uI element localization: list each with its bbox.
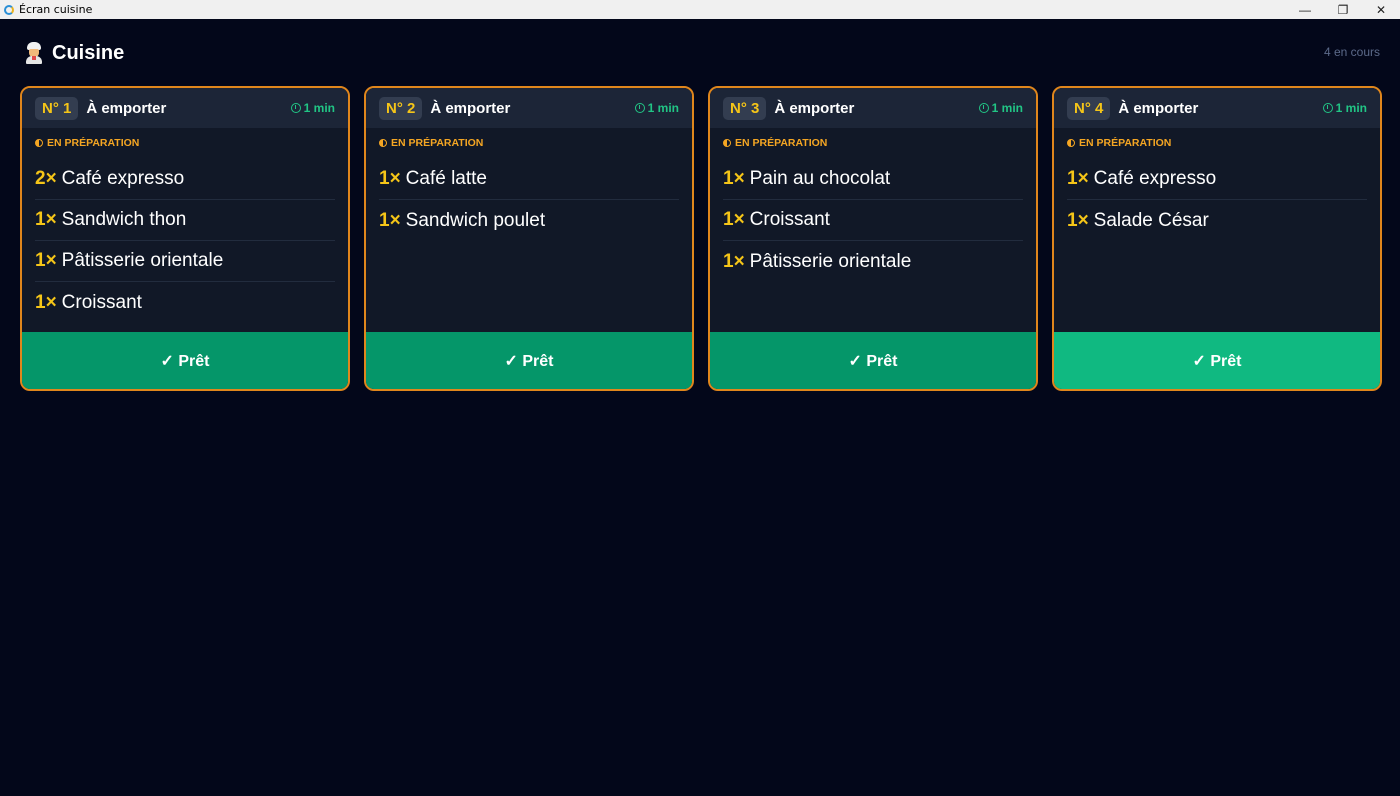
timer-icon xyxy=(634,103,645,113)
close-icon[interactable]: ✕ xyxy=(1362,0,1400,19)
order-status: EN PRÉPARATION xyxy=(379,137,679,149)
order-number-badge: N° 2 xyxy=(379,96,423,120)
elapsed-time: 1 min xyxy=(1335,101,1367,115)
order-card: N° 1 À emporter 1 min EN PRÉPARATION 2× C… xyxy=(20,86,350,391)
order-card-header: N° 1 À emporter 1 min xyxy=(22,88,348,128)
half-circle-icon xyxy=(379,139,387,147)
timer-icon xyxy=(290,103,301,113)
order-item: 1× Café expresso xyxy=(1067,159,1367,200)
order-number-badge: N° 3 xyxy=(723,96,767,120)
order-type: À emporter xyxy=(1118,99,1199,117)
item-quantity: 1× xyxy=(1067,168,1089,189)
status-label: EN PRÉPARATION xyxy=(735,137,828,149)
status-label: EN PRÉPARATION xyxy=(391,137,484,149)
order-count: 4 en cours xyxy=(1323,45,1380,59)
item-quantity: 1× xyxy=(379,168,401,189)
item-name: Croissant xyxy=(749,209,830,230)
order-item: 1× Café latte xyxy=(379,159,679,200)
item-name: Café expresso xyxy=(1093,168,1217,189)
item-name: Pâtisserie orientale xyxy=(749,250,912,272)
order-card-header: N° 4 À emporter 1 min xyxy=(1054,88,1380,128)
timer-icon xyxy=(1322,103,1333,113)
window-controls: — ❐ ✕ xyxy=(1286,0,1400,19)
order-timer: 1 min xyxy=(290,101,335,115)
order-card-header: N° 2 À emporter 1 min xyxy=(366,88,692,128)
order-status: EN PRÉPARATION xyxy=(723,137,1023,149)
item-quantity: 1× xyxy=(35,250,57,271)
order-card: N° 3 À emporter 1 min EN PRÉPARATION 1× P… xyxy=(708,86,1038,391)
order-item: 1× Pâtisserie orientale xyxy=(35,241,335,282)
order-number-badge: N° 4 xyxy=(1067,96,1111,120)
minimize-icon[interactable]: — xyxy=(1286,0,1324,19)
order-item: 1× Salade César xyxy=(1067,200,1367,241)
item-quantity: 1× xyxy=(723,209,745,230)
order-status: EN PRÉPARATION xyxy=(1067,137,1367,149)
item-name: Salade César xyxy=(1093,209,1209,231)
app-icon xyxy=(4,4,14,15)
timer-icon xyxy=(978,103,989,113)
order-item: 1× Sandwich thon xyxy=(35,200,335,241)
order-card: N° 2 À emporter 1 min EN PRÉPARATION 1× C… xyxy=(364,86,694,391)
item-name: Croissant xyxy=(61,291,142,313)
order-number-badge: N° 1 xyxy=(35,96,79,120)
item-quantity: 1× xyxy=(1067,209,1089,231)
order-type: À emporter xyxy=(430,99,511,117)
order-type: À emporter xyxy=(86,99,167,117)
ready-button[interactable]: ✓ Prêt xyxy=(22,332,348,389)
order-item: 1× Croissant xyxy=(723,200,1023,241)
page-title: Cuisine xyxy=(52,41,125,64)
item-name: Sandwich poulet xyxy=(405,209,546,231)
elapsed-time: 1 min xyxy=(991,101,1023,115)
window-titlebar: Écran cuisine — ❐ ✕ xyxy=(0,0,1400,19)
half-circle-icon xyxy=(1067,139,1075,147)
order-card: N° 4 À emporter 1 min EN PRÉPARATION 1× C… xyxy=(1052,86,1382,391)
order-item: 1× Croissant xyxy=(35,282,335,323)
order-type: À emporter xyxy=(774,99,855,117)
item-name: Café expresso xyxy=(61,168,185,189)
item-name: Café latte xyxy=(405,168,487,189)
order-items: EN PRÉPARATION 1× Café expresso 1× Salade … xyxy=(1054,128,1380,332)
order-cards: N° 1 À emporter 1 min EN PRÉPARATION 2× C… xyxy=(20,86,1382,391)
order-status: EN PRÉPARATION xyxy=(35,137,335,149)
ready-button[interactable]: ✓ Prêt xyxy=(366,332,692,389)
page-header: Cuisine xyxy=(24,38,124,68)
status-label: EN PRÉPARATION xyxy=(47,137,140,149)
item-quantity: 1× xyxy=(35,209,57,230)
order-item: 2× Café expresso xyxy=(35,159,335,200)
ready-button[interactable]: ✓ Prêt xyxy=(710,332,1036,389)
order-item: 1× Pâtisserie orientale xyxy=(723,241,1023,282)
order-item: 1× Pain au chocolat xyxy=(723,159,1023,200)
item-name: Pâtisserie orientale xyxy=(61,250,224,271)
order-timer: 1 min xyxy=(1322,101,1367,115)
elapsed-time: 1 min xyxy=(303,101,335,115)
item-quantity: 1× xyxy=(35,291,57,313)
item-name: Sandwich thon xyxy=(61,209,187,230)
status-label: EN PRÉPARATION xyxy=(1079,137,1172,149)
order-item: 1× Sandwich poulet xyxy=(379,200,679,241)
item-quantity: 1× xyxy=(379,209,401,231)
chef-icon xyxy=(24,42,44,64)
order-items: EN PRÉPARATION 1× Pain au chocolat 1× Croi… xyxy=(710,128,1036,332)
half-circle-icon xyxy=(35,139,43,147)
order-card-header: N° 3 À emporter 1 min xyxy=(710,88,1036,128)
item-quantity: 2× xyxy=(35,168,57,189)
item-quantity: 1× xyxy=(723,168,745,189)
order-items: EN PRÉPARATION 1× Café latte 1× Sandwich p… xyxy=(366,128,692,332)
item-name: Pain au chocolat xyxy=(749,168,891,189)
order-items: EN PRÉPARATION 2× Café expresso 1× Sandwic… xyxy=(22,128,348,332)
half-circle-icon xyxy=(723,139,731,147)
item-quantity: 1× xyxy=(723,250,745,272)
order-timer: 1 min xyxy=(634,101,679,115)
window-title: Écran cuisine xyxy=(19,3,93,16)
ready-button[interactable]: ✓ Prêt xyxy=(1054,332,1380,389)
order-timer: 1 min xyxy=(978,101,1023,115)
restore-icon[interactable]: ❐ xyxy=(1324,0,1362,19)
elapsed-time: 1 min xyxy=(647,101,679,115)
